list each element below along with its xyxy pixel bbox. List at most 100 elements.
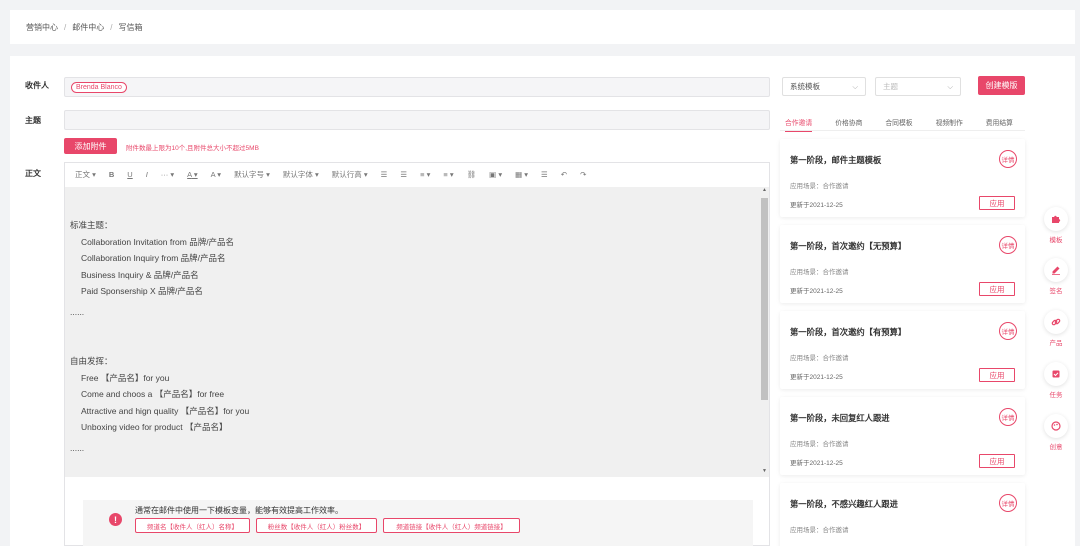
- subject-line: Collaboration Invitation from 品牌/产品名: [81, 236, 235, 247]
- add-attachment-button[interactable]: 添加附件: [64, 138, 117, 154]
- template-detail-badge[interactable]: 详情: [999, 494, 1017, 512]
- side-button-label: 签名: [1049, 288, 1063, 295]
- side-button-label: 模板: [1049, 237, 1063, 244]
- underline-button[interactable]: U: [127, 170, 132, 179]
- template-card[interactable]: 第一阶段，首次邀约【无预算】 详情 应用场景：合作邀请 更新于2021-12-2…: [780, 225, 1025, 303]
- align-dropdown[interactable]: ≡ ▾: [420, 170, 430, 179]
- redo-icon[interactable]: ↷: [580, 170, 586, 179]
- bold-button[interactable]: B: [109, 170, 114, 179]
- breadcrumb-marketing[interactable]: 营销中心: [26, 22, 58, 33]
- template-card[interactable]: 第一阶段，不感兴趣红人跟进 详情 应用场景：合作邀请: [780, 483, 1025, 546]
- template-detail-badge[interactable]: 详情: [999, 150, 1017, 168]
- subject-label: 主题: [25, 116, 41, 125]
- template-detail-badge[interactable]: 详情: [999, 408, 1017, 426]
- template-card-title: 第一阶段，未回复红人跟进: [790, 413, 890, 423]
- side-button-label: 产品: [1049, 340, 1063, 347]
- chevron-down-icon: ⌵: [947, 81, 953, 91]
- template-type-select[interactable]: 系统模板 ⌵: [782, 77, 866, 96]
- apply-template-button[interactable]: 应用: [979, 196, 1015, 210]
- side-button-label: 任务: [1049, 392, 1063, 399]
- tip-text: 通常在邮件中使用一下模板变量，能够有效提高工作效率。: [135, 506, 343, 515]
- apply-template-button[interactable]: 应用: [979, 282, 1015, 296]
- link-icon[interactable]: ⛓: [467, 170, 477, 179]
- template-card-scene: 应用场景：合作邀请: [790, 269, 849, 276]
- subject-line: Free 【产品名】for you: [81, 372, 170, 383]
- apply-template-button[interactable]: 应用: [979, 454, 1015, 468]
- background-color-dropdown[interactable]: A ▾: [211, 170, 221, 179]
- template-card[interactable]: 第一阶段，未回复红人跟进 详情 应用场景：合作邀请 更新于2021-12-25 …: [780, 397, 1025, 475]
- paragraph-format-dropdown[interactable]: 正文 ▾: [75, 169, 96, 180]
- side-task-button[interactable]: [1044, 362, 1068, 386]
- side-link-button[interactable]: [1044, 310, 1068, 334]
- subject-filter-select[interactable]: 主题 ⌵: [875, 77, 961, 96]
- body-label: 正文: [25, 169, 41, 178]
- standard-subject-heading: 标准主题：: [70, 220, 113, 230]
- template-detail-badge[interactable]: 详情: [999, 322, 1017, 340]
- template-card[interactable]: 第一阶段，邮件主题模板 详情 应用场景：合作邀请 更新于2021-12-25 应…: [780, 139, 1025, 217]
- unordered-list-icon[interactable]: ☰: [381, 170, 388, 179]
- scrollbar-thumb[interactable]: [761, 198, 768, 400]
- template-card-scene: 应用场景：合作邀请: [790, 183, 849, 190]
- scroll-down-arrow-icon[interactable]: ▼: [762, 468, 767, 474]
- chevron-down-icon: ⌵: [852, 81, 858, 91]
- variable-channel-link-button[interactable]: 频道链接【收件人（红人）频道链接】: [383, 518, 520, 533]
- breadcrumb-separator: /: [64, 22, 67, 32]
- divider-icon[interactable]: ☰: [541, 170, 548, 179]
- side-button-label: 创意: [1049, 444, 1063, 451]
- link-icon: [1051, 317, 1061, 327]
- tabs-divider: [780, 130, 1025, 131]
- side-pen-button[interactable]: [1044, 258, 1068, 282]
- template-card-title: 第一阶段，首次邀约【有预算】: [790, 327, 907, 337]
- recipient-field[interactable]: Brenda Blanco: [64, 77, 770, 97]
- create-template-button[interactable]: 创建模版: [978, 76, 1025, 95]
- recipient-label: 收件人: [25, 81, 49, 90]
- alert-icon: !: [109, 513, 122, 526]
- italic-button[interactable]: I: [146, 170, 148, 179]
- line-height-dropdown[interactable]: 默认行高 ▾: [332, 169, 368, 180]
- variable-follower-count-button[interactable]: 粉丝数【收件人（红人）粉丝数】: [256, 518, 377, 533]
- side-palette-button[interactable]: [1044, 414, 1068, 438]
- template-card-date: 更新于2021-12-25: [790, 202, 843, 209]
- font-size-dropdown[interactable]: 默认字号 ▾: [234, 169, 270, 180]
- font-color-dropdown[interactable]: A ▾: [187, 170, 197, 179]
- breadcrumb: 营销中心 / 邮件中心 / 写信箱: [10, 10, 1075, 44]
- recipient-chip[interactable]: Brenda Blanco: [71, 82, 127, 93]
- editor-body-text: 标准主题： Collaboration Invitation from 品牌/产…: [70, 217, 750, 456]
- editor-toolbar: 正文 ▾ B U I ··· ▾ A ▾ A ▾ 默认字号 ▾ 默认字体 ▾ 默…: [64, 166, 770, 182]
- subject-line: Attractive and hign quality 【产品名】for you: [81, 405, 250, 416]
- template-card[interactable]: 第一阶段，首次邀约【有预算】 详情 应用场景：合作邀请 更新于2021-12-2…: [780, 311, 1025, 389]
- side-puzzle-button[interactable]: [1044, 207, 1068, 231]
- attachment-note: 附件数最上限为10个,且附件总大小不超过5MB: [126, 145, 259, 152]
- undo-icon[interactable]: ↶: [561, 170, 567, 179]
- subject-line: Unboxing video for product 【产品名】: [81, 422, 228, 432]
- table-dropdown[interactable]: ▦ ▾: [515, 170, 528, 179]
- template-card-title: 第一阶段，不感兴趣红人跟进: [790, 499, 898, 509]
- template-card-date: 更新于2021-12-25: [790, 374, 843, 381]
- template-card-date: 更新于2021-12-25: [790, 288, 843, 295]
- ordered-list-icon[interactable]: ☰: [400, 170, 407, 179]
- ellipsis: ......: [70, 306, 85, 317]
- palette-icon: [1051, 421, 1061, 431]
- breadcrumb-compose: 写信箱: [118, 22, 143, 32]
- scroll-up-arrow-icon[interactable]: ▲: [762, 187, 767, 193]
- more-format-dropdown[interactable]: ··· ▾: [161, 170, 174, 179]
- template-card-scene: 应用场景：合作邀请: [790, 527, 849, 534]
- template-type-value: 系统模板: [790, 82, 820, 91]
- puzzle-icon: [1051, 214, 1061, 224]
- template-detail-badge[interactable]: 详情: [999, 236, 1017, 254]
- template-card-title: 第一阶段，首次邀约【无预算】: [790, 241, 907, 251]
- template-card-scene: 应用场景：合作邀请: [790, 355, 849, 362]
- image-dropdown[interactable]: ▣ ▾: [489, 170, 502, 179]
- template-card-scene: 应用场景：合作邀请: [790, 441, 849, 448]
- variable-channel-name-button[interactable]: 频道名【收件人（红人）名称】: [135, 518, 250, 533]
- subject-line: Collaboration Inquiry from 品牌/产品名: [81, 253, 226, 263]
- ellipsis: ......: [70, 442, 85, 453]
- breadcrumb-mail-center[interactable]: 邮件中心: [72, 22, 104, 33]
- apply-template-button[interactable]: 应用: [979, 368, 1015, 382]
- font-family-dropdown[interactable]: 默认字体 ▾: [283, 169, 319, 180]
- indent-dropdown[interactable]: ≡ ▾: [443, 170, 453, 179]
- subject-line: Business Inquiry & 品牌/产品名: [81, 269, 199, 280]
- template-card-title: 第一阶段，邮件主题模板: [790, 155, 882, 165]
- subject-input[interactable]: [64, 110, 770, 130]
- free-style-heading: 自由发挥：: [70, 356, 113, 366]
